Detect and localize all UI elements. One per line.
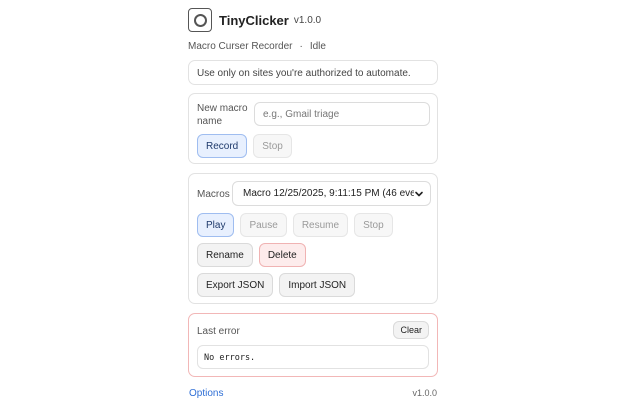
stop-recording-button[interactable]: Stop [253,134,292,158]
import-json-button[interactable]: Import JSON [279,273,356,297]
macros-select[interactable]: Macro 12/25/2025, 9:11:15 PM (46 events) [232,181,431,206]
status-text: Idle [309,41,326,52]
io-controls: Export JSON Import JSON [197,273,356,297]
chevron-down-icon [414,189,424,199]
macros-label: Macros [197,189,230,200]
rename-button[interactable]: Rename [197,243,253,267]
options-link[interactable]: Options [189,388,223,399]
app-version: v1.0.0 [293,14,322,26]
error-output: No errors. [197,345,429,369]
record-square-icon [188,8,212,32]
resume-button[interactable]: Resume [292,213,349,237]
popup-panel: TinyClicker v1.0.0 Macro Curser Recorder… [188,6,438,400]
last-error-label: Last error [197,326,240,337]
footer: Options v1.0.0 [188,386,438,400]
playback-controls: Play Pause Resume Stop [197,213,393,237]
record-button[interactable]: Record [197,134,248,158]
macros-card: Macros Macro 12/25/2025, 9:11:15 PM (46 … [188,173,438,304]
clear-error-button[interactable]: Clear [393,321,429,339]
subtitle-line: Macro Curser Recorder · Idle [188,41,438,53]
selected-macro: Macro 12/25/2025, 9:11:15 PM (46 events) [243,188,414,199]
recorder-controls: Record Stop [197,134,292,158]
recorder-card: New macro name Record Stop [188,93,438,164]
delete-button[interactable]: Delete [258,243,306,267]
separator-dot: · [299,41,303,52]
authorization-notice: Use only on sites you're authorized to a… [188,60,438,85]
app-subtitle: Macro Curser Recorder [188,41,293,52]
macro-name-label: New macro name [197,103,248,127]
header: TinyClicker v1.0.0 [188,6,438,34]
export-json-button[interactable]: Export JSON [197,273,274,297]
macro-name-input[interactable] [254,102,430,126]
notice-text: Use only on sites you're authorized to a… [197,68,411,79]
footer-version: v1.0.0 [412,388,437,398]
app-title: TinyClicker [219,12,289,28]
pause-button[interactable]: Pause [240,213,287,237]
play-button[interactable]: Play [197,213,235,237]
last-error-card: Last error Clear No errors. [188,313,438,377]
stop-playback-button[interactable]: Stop [354,213,393,237]
manage-controls: Rename Delete [197,243,306,267]
